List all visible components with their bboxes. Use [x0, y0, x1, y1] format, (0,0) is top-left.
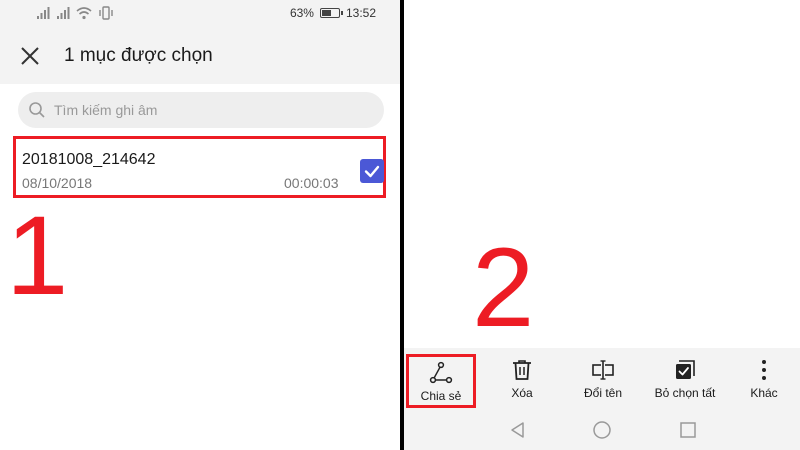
search-bar[interactable] [18, 92, 384, 128]
share-label: Chia sẻ [420, 389, 462, 403]
trash-icon [513, 360, 531, 380]
selection-title: 1 mục được chọn [64, 45, 213, 66]
left-screen: 63% 13:52 1 mục được chọn 20181008_21464… [0, 0, 400, 450]
nav-home-button[interactable] [592, 420, 612, 440]
step-label-2: 2 [472, 225, 535, 350]
nav-back-button[interactable] [508, 420, 528, 440]
deselect-all-button[interactable]: Bỏ chọn tất [642, 348, 728, 410]
more-vertical-icon [762, 360, 766, 380]
rename-icon [592, 360, 614, 380]
rename-button[interactable]: Đổi tên [570, 348, 636, 410]
status-right: 63% 13:52 [290, 6, 376, 20]
home-icon [593, 421, 611, 439]
close-icon [21, 47, 39, 65]
close-button[interactable] [16, 42, 44, 70]
signal-icon [37, 7, 50, 19]
share-button[interactable]: Chia sẻ [406, 354, 476, 408]
recording-checkbox[interactable] [360, 159, 384, 183]
battery-percent: 63% [289, 6, 314, 20]
right-screen: 2 Chia sẻ Xóa Đổi tên Bỏ chọn tất Khác [404, 0, 800, 450]
more-button[interactable]: Khác [740, 348, 788, 410]
deselect-all-label: Bỏ chọn tất [654, 386, 716, 400]
recording-name: 20181008_214642 [22, 151, 156, 168]
status-bar: 63% 13:52 [0, 0, 400, 28]
delete-label: Xóa [511, 386, 533, 400]
search-input[interactable] [54, 92, 354, 128]
recents-icon [680, 422, 696, 438]
more-label: Khác [750, 386, 778, 400]
signal-icon [57, 7, 70, 19]
action-bar: 1 mục được chọn [0, 28, 400, 84]
vibrate-icon [99, 6, 113, 20]
search-icon [29, 102, 45, 118]
back-icon [511, 422, 524, 438]
checkmark-icon [364, 165, 380, 178]
clock: 13:52 [345, 6, 376, 20]
deselect-all-icon [676, 360, 695, 379]
bottom-toolbar: Chia sẻ Xóa Đổi tên Bỏ chọn tất Khác [404, 348, 800, 410]
step-label-1: 1 [6, 193, 69, 318]
nav-recents-button[interactable] [678, 420, 698, 440]
recording-item[interactable]: 20181008_214642 08/10/2018 00:00:03 [13, 136, 386, 198]
battery-icon [319, 8, 343, 18]
share-icon [429, 361, 453, 384]
delete-button[interactable]: Xóa [494, 348, 550, 410]
recording-date: 08/10/2018 [22, 175, 93, 191]
recording-duration: 00:00:03 [284, 175, 339, 191]
status-icons [36, 6, 114, 20]
wifi-icon [76, 7, 92, 20]
system-nav-bar [404, 410, 800, 450]
rename-label: Đổi tên [583, 386, 623, 400]
